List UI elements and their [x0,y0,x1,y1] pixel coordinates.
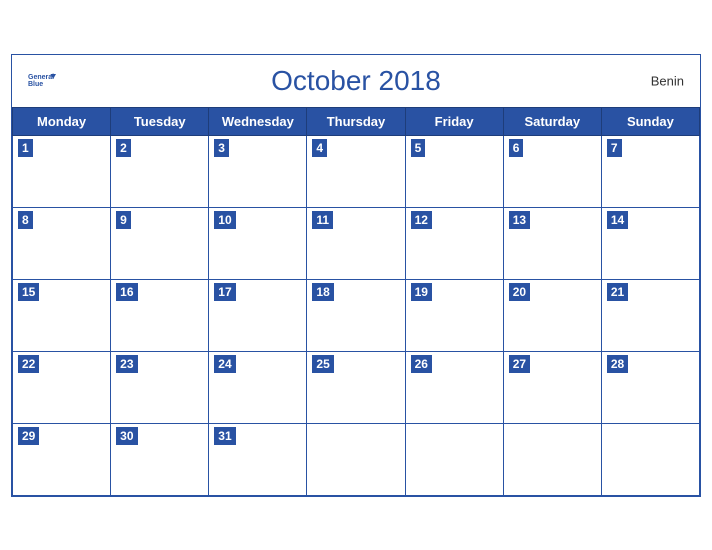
day-number: 28 [607,355,628,374]
calendar-day-cell: 15 [13,279,111,351]
day-number: 20 [509,283,530,302]
day-number: 23 [116,355,137,374]
day-number: 30 [116,427,137,446]
calendar-week-row: 29 30 31 [13,423,700,495]
calendar-day-cell: 31 [209,423,307,495]
day-number: 10 [214,211,235,230]
day-number: 15 [18,283,39,302]
day-number: 12 [411,211,432,230]
day-number: 16 [116,283,137,302]
day-number: 17 [214,283,235,302]
calendar-day-cell: 24 [209,351,307,423]
day-number: 11 [312,211,333,230]
day-number: 8 [18,211,33,230]
calendar-week-row: 15 16 17 18 19 20 21 [13,279,700,351]
day-number: 26 [411,355,432,374]
calendar-header: General Blue October 2018 Benin [12,55,700,107]
logo-area: General Blue [28,70,56,92]
svg-text:General: General [28,73,54,80]
calendar-week-row: 1 2 3 4 5 6 7 [13,135,700,207]
calendar-day-cell: 5 [405,135,503,207]
calendar-day-cell: 23 [111,351,209,423]
header-monday: Monday [13,107,111,135]
calendar-day-cell: 22 [13,351,111,423]
calendar-day-cell [503,423,601,495]
day-number: 29 [18,427,39,446]
calendar-day-cell: 4 [307,135,405,207]
calendar-day-cell: 6 [503,135,601,207]
calendar-container: General Blue October 2018 Benin Monday T… [11,54,701,497]
day-number: 5 [411,139,426,158]
day-number: 24 [214,355,235,374]
calendar-day-cell: 17 [209,279,307,351]
calendar-day-cell: 11 [307,207,405,279]
calendar-day-cell: 1 [13,135,111,207]
calendar-day-cell: 20 [503,279,601,351]
calendar-day-cell [601,423,699,495]
calendar-grid: Monday Tuesday Wednesday Thursday Friday… [12,107,700,496]
calendar-day-cell: 12 [405,207,503,279]
calendar-title: October 2018 [271,65,441,97]
calendar-day-cell: 16 [111,279,209,351]
day-number: 4 [312,139,327,158]
calendar-day-cell: 9 [111,207,209,279]
calendar-day-cell: 19 [405,279,503,351]
header-saturday: Saturday [503,107,601,135]
header-wednesday: Wednesday [209,107,307,135]
day-number: 3 [214,139,229,158]
header-tuesday: Tuesday [111,107,209,135]
calendar-day-cell: 21 [601,279,699,351]
header-friday: Friday [405,107,503,135]
generalblue-logo-icon: General Blue [28,70,56,92]
calendar-day-cell [307,423,405,495]
day-number: 6 [509,139,524,158]
day-number: 19 [411,283,432,302]
calendar-day-cell: 13 [503,207,601,279]
day-number: 27 [509,355,530,374]
day-number: 18 [312,283,333,302]
calendar-day-cell: 14 [601,207,699,279]
calendar-day-cell: 25 [307,351,405,423]
day-number: 25 [312,355,333,374]
calendar-day-cell: 29 [13,423,111,495]
day-number: 7 [607,139,622,158]
day-number: 14 [607,211,628,230]
day-number: 22 [18,355,39,374]
header-thursday: Thursday [307,107,405,135]
calendar-week-row: 22 23 24 25 26 27 28 [13,351,700,423]
weekday-header-row: Monday Tuesday Wednesday Thursday Friday… [13,107,700,135]
header-sunday: Sunday [601,107,699,135]
calendar-day-cell: 26 [405,351,503,423]
calendar-day-cell: 28 [601,351,699,423]
calendar-day-cell: 8 [13,207,111,279]
day-number: 13 [509,211,530,230]
calendar-day-cell: 2 [111,135,209,207]
calendar-day-cell: 10 [209,207,307,279]
day-number: 21 [607,283,628,302]
svg-text:Blue: Blue [28,80,43,87]
day-number: 31 [214,427,235,446]
day-number: 2 [116,139,131,158]
calendar-day-cell: 18 [307,279,405,351]
calendar-day-cell: 3 [209,135,307,207]
calendar-day-cell [405,423,503,495]
day-number: 1 [18,139,33,158]
calendar-day-cell: 7 [601,135,699,207]
calendar-day-cell: 30 [111,423,209,495]
calendar-day-cell: 27 [503,351,601,423]
day-number: 9 [116,211,131,230]
country-label: Benin [651,73,684,88]
calendar-week-row: 8 9 10 11 12 13 14 [13,207,700,279]
